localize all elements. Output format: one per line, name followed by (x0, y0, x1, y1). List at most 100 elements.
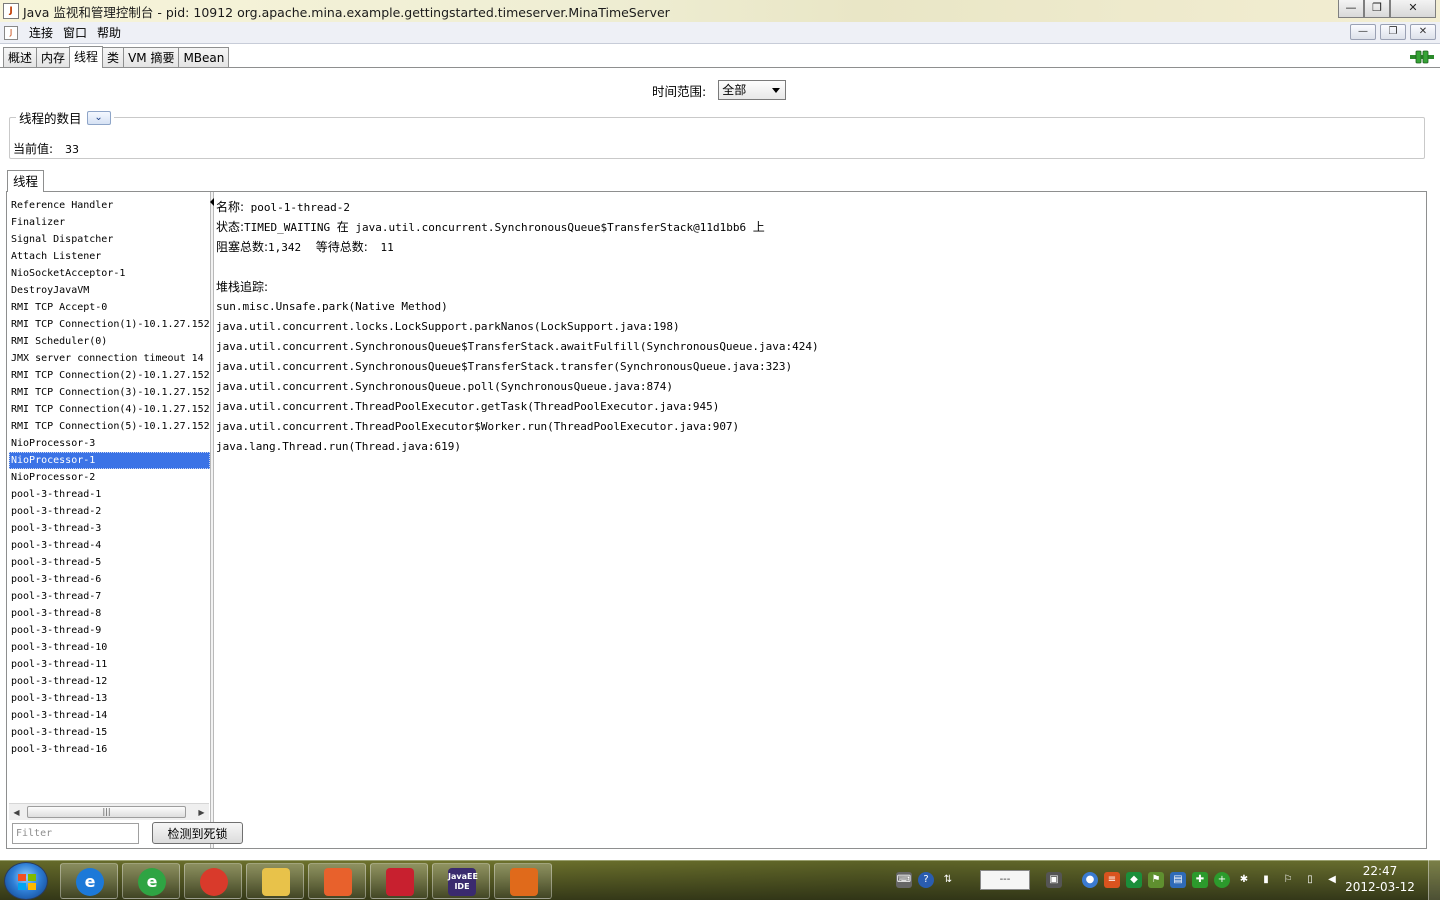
thread-list-item[interactable]: pool-3-thread-12 (9, 673, 210, 690)
thread-list-item[interactable]: pool-3-thread-2 (9, 503, 210, 520)
tray-blue-icon[interactable]: ▤ (1170, 872, 1186, 888)
taskbar-app-internet-explorer[interactable]: e (60, 863, 118, 899)
thread-list-item[interactable]: NioProcessor-1 (9, 452, 210, 469)
qq-icon[interactable]: ● (1082, 872, 1098, 888)
menu-bar: J 连接 窗口 帮助 — ❐ ✕ (0, 22, 1440, 44)
detect-deadlock-button[interactable]: 检测到死锁 (152, 822, 243, 844)
thread-list-item[interactable]: RMI TCP Connection(1)-10.1.27.152 (9, 316, 210, 333)
tab-overview[interactable]: 概述 (3, 47, 38, 68)
tray-app-icon[interactable]: ▣ (1046, 872, 1062, 888)
thread-list-hscrollbar[interactable]: ◀ ||| ▶ (9, 803, 209, 820)
connection-status-icon (1410, 50, 1434, 64)
tab-mbean[interactable]: MBean (178, 47, 230, 68)
thread-list-item[interactable]: Attach Listener (9, 248, 210, 265)
minimize-button[interactable]: — (1338, 0, 1364, 18)
thread-list-item[interactable]: pool-3-thread-15 (9, 724, 210, 741)
thread-list-item[interactable]: pool-3-thread-10 (9, 639, 210, 656)
thread-list-item[interactable]: RMI Scheduler(0) (9, 333, 210, 350)
thread-list-item[interactable]: DestroyJavaVM (9, 282, 210, 299)
system-tray: ⌨ ? ⇅ --- ▣ ● ≡ ◆ ⚑ ▤ ✚ + ✱ ▮ ⚐ ▯ ◀ (896, 866, 1340, 894)
volume-icon[interactable]: ◀ (1324, 872, 1340, 888)
inner-restore-button[interactable]: ❐ (1380, 24, 1406, 40)
flag-icon[interactable]: ⚐ (1280, 872, 1296, 888)
thread-list-item[interactable]: RMI TCP Connection(2)-10.1.27.152 (9, 367, 210, 384)
thread-counts-row: 阻塞总数:1,342 等待总数: 11 (216, 238, 819, 258)
time-range-select[interactable]: 全部 (718, 80, 787, 100)
thread-list-item[interactable]: RMI TCP Accept-0 (9, 299, 210, 316)
thread-list-item[interactable]: Reference Handler (9, 197, 210, 214)
thread-list-item[interactable]: pool-3-thread-4 (9, 537, 210, 554)
update-icon[interactable]: + (1214, 872, 1230, 888)
tray-orange-icon[interactable]: ≡ (1104, 872, 1120, 888)
thread-list-item[interactable]: NioProcessor-3 (9, 435, 210, 452)
show-desktop-button[interactable] (1428, 860, 1440, 900)
thread-filter-input[interactable] (12, 823, 139, 844)
thread-list-item[interactable]: RMI TCP Connection(3)-10.1.27.152 (9, 384, 210, 401)
thread-list-item[interactable]: pool-3-thread-16 (9, 741, 210, 758)
scroll-right-icon[interactable]: ▶ (195, 806, 208, 819)
bluetooth-icon[interactable]: ✱ (1236, 872, 1252, 888)
menu-help[interactable]: 帮助 (92, 24, 126, 41)
signal-icon[interactable]: ▮ (1258, 872, 1274, 888)
keyboard-icon[interactable]: ⌨ (896, 872, 912, 888)
thread-list-item[interactable]: Signal Dispatcher (9, 231, 210, 248)
stack-frame: java.util.concurrent.SynchronousQueue$Tr… (216, 360, 793, 373)
help-icon[interactable]: ? (918, 872, 934, 888)
tab-threads[interactable]: 线程 (69, 46, 104, 68)
thread-list-item[interactable]: pool-3-thread-7 (9, 588, 210, 605)
expand-chevron-icon[interactable]: ⌄ (86, 110, 111, 125)
thread-list-item[interactable]: pool-3-thread-11 (9, 656, 210, 673)
thread-list-item[interactable]: pool-3-thread-9 (9, 622, 210, 639)
tab-vm-summary[interactable]: VM 摘要 (123, 47, 180, 68)
taskbar-clock[interactable]: 22:47 2012-03-12 (1340, 863, 1420, 895)
window-title-bar[interactable]: J Java 监视和管理控制台 - pid: 10912 org.apache.… (0, 0, 1440, 22)
maximize-button[interactable]: ❐ (1364, 0, 1390, 18)
taskbar-app-java-console[interactable] (494, 863, 552, 899)
tab-memory[interactable]: 内存 (36, 47, 71, 68)
taskbar-app-browser-green[interactable]: e (122, 863, 180, 899)
tray-green-icon[interactable]: ✚ (1192, 872, 1208, 888)
thread-list-item[interactable]: RMI TCP Connection(5)-10.1.27.152 (9, 418, 210, 435)
battery-icon[interactable]: ▯ (1302, 872, 1318, 888)
stack-frame: java.util.concurrent.ThreadPoolExecutor$… (216, 420, 740, 433)
scroll-thumb[interactable]: ||| (27, 806, 186, 818)
taskbar-app-file-explorer[interactable] (246, 863, 304, 899)
thread-list-item[interactable]: pool-3-thread-8 (9, 605, 210, 622)
thread-list[interactable]: Reference Handler Finalizer Signal Dispatc… (9, 197, 210, 803)
thread-list-item[interactable]: pool-3-thread-6 (9, 571, 210, 588)
thread-list-item[interactable]: pool-3-thread-14 (9, 707, 210, 724)
thread-details: 名称: pool-1-thread-2 状态:TIMED_WAITING 在 j… (216, 198, 819, 458)
taskbar-app-chrome[interactable] (184, 863, 242, 899)
thread-list-item[interactable]: RMI TCP Connection(4)-10.1.27.152 (9, 401, 210, 418)
thread-list-item[interactable]: pool-3-thread-3 (9, 520, 210, 537)
scroll-left-icon[interactable]: ◀ (10, 806, 23, 819)
tray-input-field[interactable]: --- (980, 870, 1030, 890)
start-button[interactable] (4, 862, 48, 900)
thread-list-item[interactable]: pool-3-thread-13 (9, 690, 210, 707)
thread-list-item[interactable]: pool-3-thread-1 (9, 486, 210, 503)
close-button[interactable]: ✕ (1390, 0, 1436, 18)
thread-list-item[interactable]: JMX server connection timeout 14 (9, 350, 210, 367)
taskbar-app-java-ee-ide[interactable]: JavaEE IDE (432, 863, 490, 899)
tab-classes[interactable]: 类 (102, 47, 125, 68)
inner-minimize-button[interactable]: — (1350, 24, 1376, 40)
menu-window[interactable]: 窗口 (58, 24, 92, 41)
inner-close-button[interactable]: ✕ (1410, 24, 1436, 40)
tab-threads-panel[interactable]: 线程 (7, 170, 45, 192)
time-range-value: 全部 (722, 83, 747, 97)
shield-icon[interactable]: ◆ (1126, 872, 1142, 888)
collapse-left-icon[interactable] (210, 198, 214, 206)
split-pane-divider[interactable] (210, 192, 214, 848)
notepad-icon (386, 868, 414, 896)
file-explorer-icon (262, 868, 290, 896)
menu-connection[interactable]: 连接 (24, 24, 58, 41)
tray-arrow-icon[interactable]: ⇅ (940, 872, 956, 888)
taskbar-app-sublime[interactable] (308, 863, 366, 899)
thread-list-item[interactable]: Finalizer (9, 214, 210, 231)
thread-list-item[interactable]: NioProcessor-2 (9, 469, 210, 486)
thread-list-item[interactable]: NioSocketAcceptor-1 (9, 265, 210, 282)
stack-trace-label: 堆栈追踪: (216, 280, 269, 294)
thread-list-item[interactable]: pool-3-thread-5 (9, 554, 210, 571)
network-tool-icon[interactable]: ⚑ (1148, 872, 1164, 888)
taskbar-app-notepad[interactable] (370, 863, 428, 899)
